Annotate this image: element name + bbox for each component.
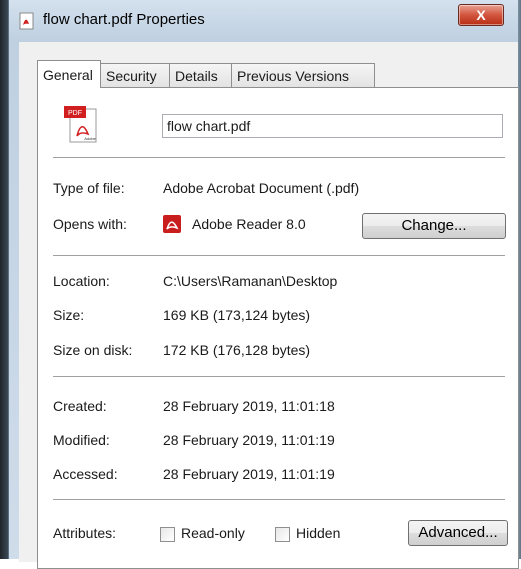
advanced-button[interactable]: Advanced... (408, 520, 508, 546)
tab-details[interactable]: Details (169, 63, 232, 87)
modified-value: 28 February 2019, 11:01:19 (163, 432, 335, 448)
hidden-label: Hidden (296, 525, 341, 541)
pdf-file-icon (19, 12, 34, 30)
pdf-document-icon: PDF Adobe (64, 106, 97, 143)
location-value: C:\Users\Ramanan\Desktop (163, 273, 338, 289)
size-label: Size: (53, 307, 85, 323)
size-on-disk-value: 172 KB (176,128 bytes) (163, 342, 311, 358)
accessed-label: Accessed: (53, 466, 118, 482)
separator (53, 499, 505, 500)
file-name-input[interactable] (162, 114, 503, 138)
size-value: 169 KB (173,124 bytes) (163, 307, 311, 323)
separator (53, 157, 505, 158)
change-button[interactable]: Change... (362, 213, 506, 239)
read-only-label: Read-only (181, 525, 245, 541)
tab-security[interactable]: Security (100, 63, 170, 87)
type-of-file-value: Adobe Acrobat Document (.pdf) (163, 180, 360, 196)
type-of-file-label: Type of file: (53, 180, 125, 196)
tab-previous-versions[interactable]: Previous Versions (231, 63, 375, 87)
created-label: Created: (53, 398, 107, 414)
close-button[interactable]: X (458, 4, 504, 26)
accessed-value: 28 February 2019, 11:01:19 (163, 466, 335, 482)
window-title: flow chart.pdf Properties (43, 11, 205, 28)
opens-with-value: Adobe Reader 8.0 (192, 216, 306, 232)
pdf-icon-text: PDF (68, 110, 82, 117)
separator (53, 376, 505, 377)
separator (53, 255, 505, 256)
size-on-disk-label: Size on disk: (53, 342, 133, 358)
dialog-client: General Security Details Previous Versio… (19, 42, 519, 569)
title-bar[interactable]: flow chart.pdf Properties X (9, 0, 518, 42)
general-tab-panel: PDF Adobe Type of file: Adobe Acrobat Do… (37, 87, 519, 569)
properties-window: flow chart.pdf Properties X General Secu… (8, 0, 519, 569)
created-value: 28 February 2019, 11:01:18 (163, 398, 335, 414)
opens-with-label: Opens with: (53, 216, 127, 232)
adobe-reader-icon (163, 215, 181, 233)
read-only-checkbox[interactable] (160, 527, 175, 542)
hidden-checkbox[interactable] (275, 527, 290, 542)
tab-general[interactable]: General (37, 60, 101, 88)
adobe-icon-text: Adobe (84, 136, 96, 141)
location-label: Location: (53, 273, 110, 289)
modified-label: Modified: (53, 432, 110, 448)
attributes-label: Attributes: (53, 525, 117, 541)
